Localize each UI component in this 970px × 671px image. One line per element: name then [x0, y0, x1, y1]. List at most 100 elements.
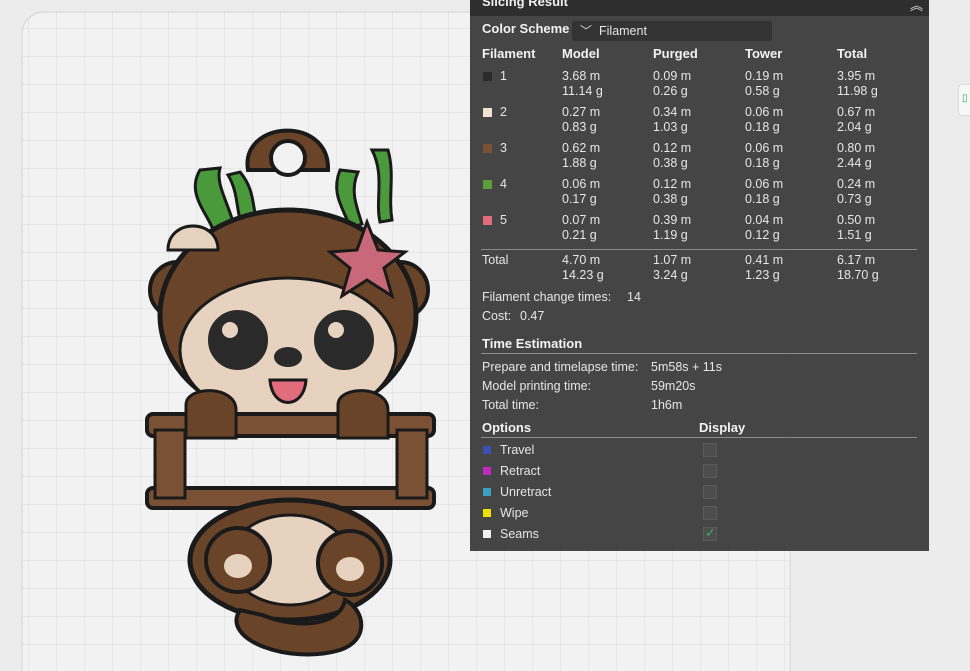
- total-weight: 0.73 g: [837, 192, 872, 206]
- total-length: 3.95 m: [837, 69, 876, 83]
- cost-value: 0.47: [520, 309, 545, 323]
- purged-weight: 1.19 g: [653, 228, 688, 242]
- retract-display-checkbox[interactable]: [703, 464, 717, 478]
- total-length: 0.80 m: [837, 141, 876, 155]
- purged-weight: 0.38 g: [653, 156, 688, 170]
- tower-weight: 0.18 g: [745, 120, 780, 134]
- filament-swatch: [483, 180, 492, 189]
- chevron-down-icon: ﹀: [580, 24, 593, 38]
- cost-label: Cost:: [482, 309, 512, 323]
- model-printing-time-value: 59m20s: [651, 379, 696, 393]
- tower-length: 0.41 m: [745, 253, 784, 267]
- filament-id: 2: [500, 105, 507, 119]
- option-label: Wipe: [500, 506, 529, 520]
- options-heading: Options: [482, 420, 532, 435]
- total-time-label: Total time:: [482, 398, 539, 412]
- travel-display-checkbox[interactable]: [703, 443, 717, 457]
- filament-id: 3: [500, 141, 507, 155]
- header-model: Model: [562, 46, 600, 61]
- slicing-result-panel: Slicing Result ︽ Color Scheme ﹀ Filament…: [470, 0, 929, 551]
- filament-change-value: 14: [627, 290, 641, 304]
- table-divider: [481, 249, 917, 250]
- color-scheme-dropdown[interactable]: ﹀ Filament: [572, 21, 772, 41]
- unretract-display-checkbox[interactable]: [703, 485, 717, 499]
- side-panel-tab[interactable]: ▯: [958, 84, 970, 116]
- total-weight: 1.51 g: [837, 228, 872, 242]
- model-length: 0.27 m: [562, 105, 601, 119]
- tower-weight: 1.23 g: [745, 268, 780, 282]
- wipe-color-swatch: [483, 509, 491, 517]
- model-length: 0.62 m: [562, 141, 601, 155]
- model-weight: 0.83 g: [562, 120, 597, 134]
- model-printing-time-label: Model printing time:: [482, 379, 592, 393]
- tower-weight: 0.58 g: [745, 84, 780, 98]
- total-time-value: 1h6m: [651, 398, 683, 412]
- filament-swatch: [483, 216, 492, 225]
- total-length: 6.17 m: [837, 253, 876, 267]
- filament-id: 1: [500, 69, 507, 83]
- model-weight: 11.14 g: [562, 84, 603, 98]
- total-label: Total: [482, 253, 509, 267]
- header-tower: Tower: [745, 46, 783, 61]
- filament-swatch: [483, 72, 492, 81]
- tab-icon: ▯: [962, 93, 968, 104]
- retract-color-swatch: [483, 467, 491, 475]
- purged-length: 1.07 m: [653, 253, 692, 267]
- filament-id: 5: [500, 213, 507, 227]
- tower-weight: 0.18 g: [745, 192, 780, 206]
- tower-length: 0.04 m: [745, 213, 784, 227]
- model-length: 4.70 m: [562, 253, 601, 267]
- header-purged: Purged: [653, 46, 698, 61]
- tower-length: 0.06 m: [745, 105, 784, 119]
- total-weight: 18.70 g: [837, 268, 879, 282]
- option-label: Retract: [500, 464, 541, 478]
- options-divider: [481, 437, 917, 438]
- seams-display-checkbox[interactable]: ✓: [703, 525, 717, 541]
- prepare-time-value: 5m58s + 11s: [651, 360, 722, 374]
- purged-weight: 0.26 g: [653, 84, 688, 98]
- filament-swatch: [483, 108, 492, 117]
- filament-swatch: [483, 144, 492, 153]
- option-label: Travel: [500, 443, 535, 457]
- tower-length: 0.06 m: [745, 141, 784, 155]
- color-scheme-value: Filament: [599, 24, 647, 38]
- option-label: Seams: [500, 527, 539, 541]
- model-length: 3.68 m: [562, 69, 601, 83]
- wipe-display-checkbox[interactable]: [703, 506, 717, 520]
- tower-weight: 0.12 g: [745, 228, 780, 242]
- display-heading: Display: [699, 420, 746, 435]
- total-weight: 2.44 g: [837, 156, 872, 170]
- color-scheme-label: Color Scheme: [482, 21, 570, 36]
- filament-id: 4: [500, 177, 507, 191]
- seams-color-swatch: [483, 530, 491, 538]
- purged-weight: 0.38 g: [653, 192, 688, 206]
- filament-change-label: Filament change times:: [482, 290, 612, 304]
- tower-weight: 0.18 g: [745, 156, 780, 170]
- model-weight: 0.17 g: [562, 192, 597, 206]
- header-filament: Filament: [482, 46, 536, 61]
- panel-header: Slicing Result ︽: [470, 0, 929, 16]
- header-total: Total: [837, 46, 868, 61]
- time-divider: [481, 353, 917, 354]
- panel-title: Slicing Result: [482, 0, 568, 9]
- total-length: 0.50 m: [837, 213, 876, 227]
- total-weight: 11.98 g: [837, 84, 878, 98]
- total-length: 0.24 m: [837, 177, 876, 191]
- total-length: 0.67 m: [837, 105, 876, 119]
- purged-weight: 1.03 g: [653, 120, 688, 134]
- purged-length: 0.12 m: [653, 177, 692, 191]
- purged-length: 0.34 m: [653, 105, 692, 119]
- prepare-time-label: Prepare and timelapse time:: [482, 360, 639, 374]
- option-label: Unretract: [500, 485, 552, 499]
- check-icon: ✓: [705, 525, 716, 540]
- model-length: 0.07 m: [562, 213, 601, 227]
- travel-color-swatch: [483, 446, 491, 454]
- purged-weight: 3.24 g: [653, 268, 688, 282]
- model-length: 0.06 m: [562, 177, 601, 191]
- purged-length: 0.12 m: [653, 141, 692, 155]
- tower-length: 0.06 m: [745, 177, 784, 191]
- purged-length: 0.39 m: [653, 213, 692, 227]
- unretract-color-swatch: [483, 488, 491, 496]
- collapse-up-icon[interactable]: ︽: [910, 0, 923, 14]
- time-estimation-heading: Time Estimation: [482, 336, 583, 351]
